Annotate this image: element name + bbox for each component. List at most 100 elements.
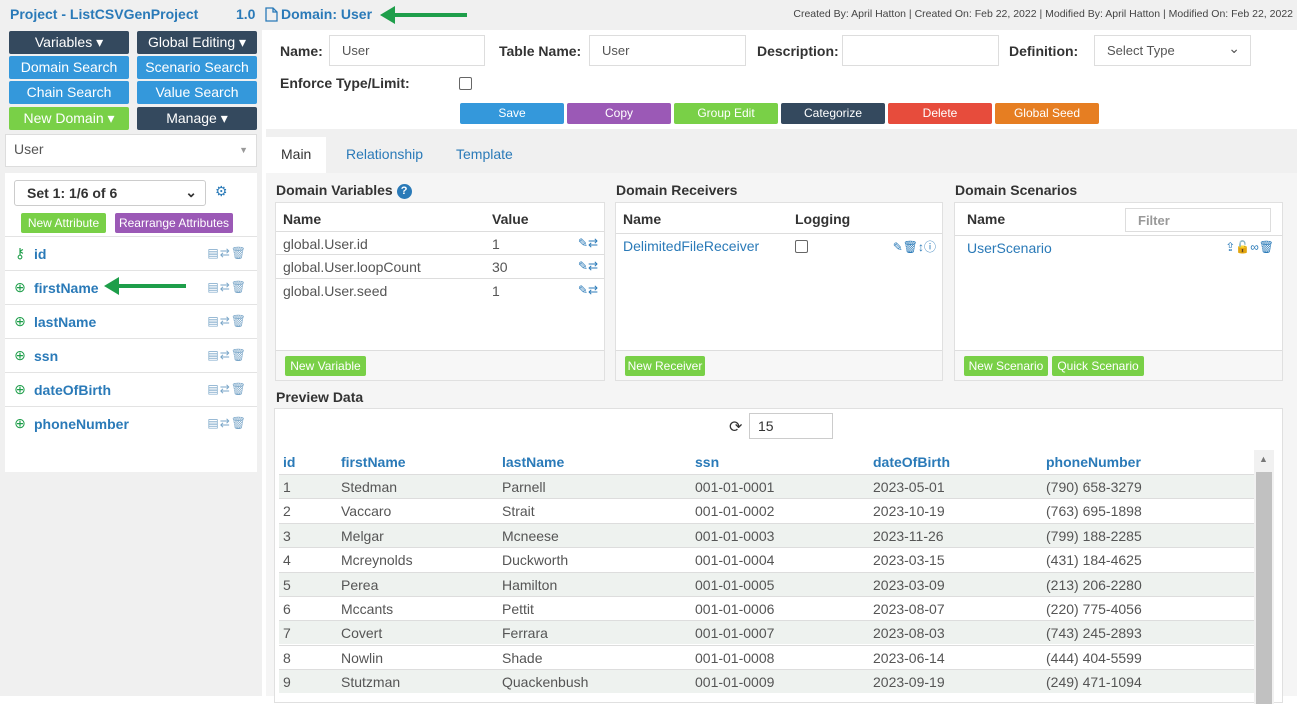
variable-row[interactable]: global.User.id 1 ✎⇄	[276, 231, 604, 255]
attributes-panel: Set 1: 1/6 of 6 ⌄ ⚙ New Attribute Rearra…	[5, 173, 257, 472]
scenario-filter-input[interactable]: Filter	[1125, 208, 1271, 232]
definition-select[interactable]: Select Type ⌄	[1094, 35, 1251, 66]
attribute-row[interactable]: ⊕ dateOfBirth ▤⇄🗑	[5, 372, 257, 406]
info-icon[interactable]: ?	[396, 184, 412, 199]
table-cell: Hamilton	[502, 576, 558, 593]
group-edit-button[interactable]: Group Edit	[674, 103, 778, 124]
column-header[interactable]: ssn	[695, 450, 719, 474]
table-cell: 2023-06-14	[873, 649, 945, 666]
table-row[interactable]: 9 Stutzman Quackenbush 001-01-0009 2023-09-1…	[279, 669, 1254, 694]
copy-button[interactable]: Copy	[567, 103, 671, 124]
set-select[interactable]: Set 1: 1/6 of 6 ⌄	[14, 180, 206, 206]
scenario-row[interactable]: UserScenario ⇪🔓∞🗑	[955, 235, 1282, 259]
table-row[interactable]: 2 Vaccaro Strait 001-01-0002 2023-10-19 (763)…	[279, 498, 1254, 522]
receiver-actions-icons[interactable]: ✎🗑↕ⓘ	[893, 238, 936, 255]
table-row[interactable]: 5 Perea Hamilton 001-01-0005 2023-03-09 (213)…	[279, 571, 1254, 596]
domain-search-button[interactable]: Domain Search	[9, 56, 129, 79]
attribute-name[interactable]: lastName	[34, 314, 96, 330]
chain-search-button[interactable]: Chain Search	[9, 81, 129, 104]
new-scenario-button[interactable]: New Scenario	[964, 356, 1048, 376]
vertical-scrollbar[interactable]: ▲	[1254, 450, 1274, 704]
categorize-button[interactable]: Categorize	[781, 103, 885, 124]
attribute-actions-icons[interactable]: ▤⇄🗑	[207, 246, 247, 260]
global-seed-button[interactable]: Global Seed	[995, 103, 1099, 124]
key-icon: ⚷	[14, 245, 26, 261]
tab-bar: Main Relationship Template	[266, 137, 1297, 173]
column-header[interactable]: firstName	[341, 450, 406, 474]
table-cell: 5	[283, 576, 291, 593]
new-attribute-button[interactable]: New Attribute	[21, 213, 106, 233]
global-editing-button[interactable]: Global Editing ▾	[137, 31, 257, 54]
attribute-name[interactable]: ssn	[34, 348, 58, 364]
scenario-name[interactable]: UserScenario	[967, 240, 1052, 256]
variables-title: Domain Variables ?	[276, 182, 412, 199]
new-receiver-button[interactable]: New Receiver	[625, 356, 705, 376]
attribute-actions-icons[interactable]: ▤⇄🗑	[207, 280, 247, 294]
scenario-actions-icons[interactable]: ⇪🔓∞🗑	[1225, 240, 1274, 254]
attribute-actions-icons[interactable]: ▤⇄🗑	[207, 416, 247, 430]
column-header[interactable]: dateOfBirth	[873, 450, 950, 474]
tab-main[interactable]: Main	[266, 137, 327, 173]
column-header[interactable]: phoneNumber	[1046, 450, 1141, 474]
delete-button[interactable]: Delete	[888, 103, 992, 124]
quick-scenario-button[interactable]: Quick Scenario	[1052, 356, 1144, 376]
row-count-input[interactable]: 15	[749, 413, 833, 439]
table-cell: 9	[283, 674, 291, 691]
table-cell: (249) 471-1094	[1046, 674, 1142, 691]
attribute-row[interactable]: ⊕ phoneNumber ▤⇄🗑	[5, 406, 257, 440]
scenario-search-button[interactable]: Scenario Search	[137, 56, 257, 79]
table-row[interactable]: 6 Mccants Pettit 001-01-0006 2023-08-07 (220)…	[279, 596, 1254, 620]
refresh-icon[interactable]: ⟳	[729, 417, 742, 437]
attribute-name[interactable]: phoneNumber	[34, 416, 129, 432]
attribute-row[interactable]: ⚷ id ▤⇄🗑	[5, 236, 257, 270]
value-search-button[interactable]: Value Search	[137, 81, 257, 104]
attribute-name[interactable]: id	[34, 246, 46, 262]
attribute-row[interactable]: ⊕ ssn ▤⇄🗑	[5, 338, 257, 372]
edit-swap-icons[interactable]: ✎⇄	[578, 259, 598, 273]
column-header[interactable]: lastName	[502, 450, 564, 474]
created-info: Created By: April Hatton | Created On: F…	[793, 8, 1293, 20]
save-button[interactable]: Save	[460, 103, 564, 124]
enforce-checkbox[interactable]	[459, 77, 472, 90]
new-domain-button[interactable]: New Domain ▾	[9, 107, 129, 130]
table-name-input[interactable]: User	[589, 35, 746, 66]
table-row[interactable]: 7 Covert Ferrara 001-01-0007 2023-08-03 (743)…	[279, 620, 1254, 645]
table-row[interactable]: 3 Melgar Mcneese 001-01-0003 2023-11-26 (799)…	[279, 522, 1254, 547]
table-cell: 001-01-0009	[695, 674, 775, 691]
tab-template[interactable]: Template	[441, 137, 528, 173]
attribute-actions-icons[interactable]: ▤⇄🗑	[207, 348, 247, 362]
edit-swap-icons[interactable]: ✎⇄	[578, 283, 598, 297]
name-input[interactable]: User	[329, 35, 485, 66]
table-row[interactable]: 1 Stedman Parnell 001-01-0001 2023-05-01 (790…	[279, 474, 1254, 498]
logging-checkbox[interactable]	[795, 240, 808, 253]
project-title[interactable]: Project - ListCSVGenProject	[10, 6, 198, 22]
edit-swap-icons[interactable]: ✎⇄	[578, 236, 598, 250]
column-header[interactable]: id	[283, 450, 295, 474]
attribute-row[interactable]: ⊕ lastName ▤⇄🗑	[5, 304, 257, 338]
scrollbar-thumb[interactable]	[1256, 472, 1272, 704]
attribute-actions-icons[interactable]: ▤⇄🗑	[207, 314, 247, 328]
table-row[interactable]: 8 Nowlin Shade 001-01-0008 2023-06-14 (444) 4…	[279, 644, 1254, 669]
domain-select[interactable]: User ▼	[5, 134, 257, 167]
new-variable-button[interactable]: New Variable	[285, 356, 366, 376]
attribute-name[interactable]: dateOfBirth	[34, 382, 111, 398]
table-cell: 2023-05-01	[873, 479, 945, 495]
attribute-name[interactable]: firstName	[34, 280, 99, 296]
lifebuoy-icon: ⊕	[14, 279, 26, 295]
table-row[interactable]: 4 Mcreynolds Duckworth 001-01-0004 2023-03-1…	[279, 547, 1254, 571]
table-cell: Ferrara	[502, 625, 548, 642]
receiver-name[interactable]: DelimitedFileReceiver	[623, 238, 759, 254]
attribute-actions-icons[interactable]: ▤⇄🗑	[207, 382, 247, 396]
variable-row[interactable]: global.User.loopCount 30 ✎⇄	[276, 255, 604, 279]
table-cell: (444) 404-5599	[1046, 649, 1142, 666]
tab-relationship[interactable]: Relationship	[331, 137, 438, 173]
description-input[interactable]	[842, 35, 999, 66]
variables-button[interactable]: Variables ▾	[9, 31, 129, 54]
gears-icon[interactable]: ⚙	[215, 183, 228, 200]
manage-button[interactable]: Manage ▾	[137, 107, 257, 130]
scroll-up-icon[interactable]: ▲	[1259, 454, 1268, 464]
variable-row[interactable]: global.User.seed 1 ✎⇄	[276, 279, 604, 303]
rearrange-attributes-button[interactable]: Rearrange Attributes	[115, 213, 233, 233]
receiver-row[interactable]: DelimitedFileReceiver ✎🗑↕ⓘ	[616, 233, 942, 257]
domain-form: Name: User Table Name: User Description:…	[266, 30, 1297, 129]
